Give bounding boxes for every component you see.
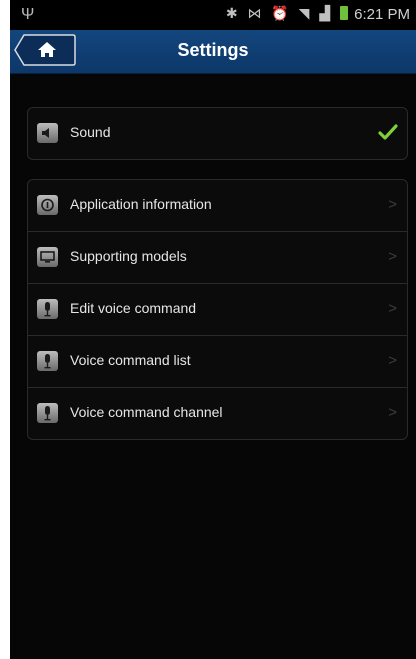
speaker-icon [37, 123, 58, 143]
status-icons: ✱ ⋈ ⏰ ◥ ▟ [220, 5, 348, 22]
page-title: Settings [177, 40, 249, 60]
status-time: 6:21 PM [354, 6, 410, 23]
usb-icon: Ψ [21, 6, 35, 23]
settings-item-application-information[interactable]: Application information > [28, 180, 407, 232]
sound-group: Sound [27, 107, 408, 160]
phone-screen: Ψ 6:21 PM ✱ ⋈ ⏰ ◥ ▟ Settings Sound Appli… [10, 0, 416, 659]
settings-item-voice-command-list[interactable]: Voice command list > [28, 336, 407, 388]
chevron-right-icon: > [388, 404, 397, 421]
chevron-right-icon: > [388, 300, 397, 317]
status-bar: Ψ 6:21 PM ✱ ⋈ ⏰ ◥ ▟ [10, 0, 416, 30]
microphone-icon [37, 299, 58, 319]
chevron-right-icon: > [388, 248, 397, 265]
title-bar: Settings [10, 30, 416, 74]
vibrate-icon: ⋈ [247, 5, 262, 21]
info-group: Application information > Supporting mod… [27, 179, 408, 440]
alarm-icon: ⏰ [271, 5, 289, 21]
settings-item-label: Voice command channel [70, 404, 223, 420]
chevron-right-icon: > [388, 352, 397, 369]
settings-item-voice-command-channel[interactable]: Voice command channel > [28, 388, 407, 439]
wifi-icon: ◥ [298, 5, 310, 21]
settings-item-label: Voice command list [70, 352, 191, 368]
settings-item-edit-voice-command[interactable]: Edit voice command > [28, 284, 407, 336]
checkmark-icon[interactable] [377, 121, 399, 143]
bluetooth-icon: ✱ [225, 5, 238, 21]
settings-item-supporting-models[interactable]: Supporting models > [28, 232, 407, 284]
settings-item-label: Supporting models [70, 248, 187, 264]
chevron-right-icon: > [388, 196, 397, 213]
tv-icon [37, 247, 58, 267]
microphone-icon [37, 351, 58, 371]
battery-charging-icon [340, 6, 348, 20]
settings-item-label: Sound [70, 124, 111, 140]
microphone-icon [37, 403, 58, 423]
settings-item-label: Application information [70, 196, 212, 212]
settings-item-sound[interactable]: Sound [28, 108, 407, 159]
settings-item-label: Edit voice command [70, 300, 197, 316]
signal-icon: ▟ [319, 5, 331, 21]
info-icon [37, 195, 58, 215]
